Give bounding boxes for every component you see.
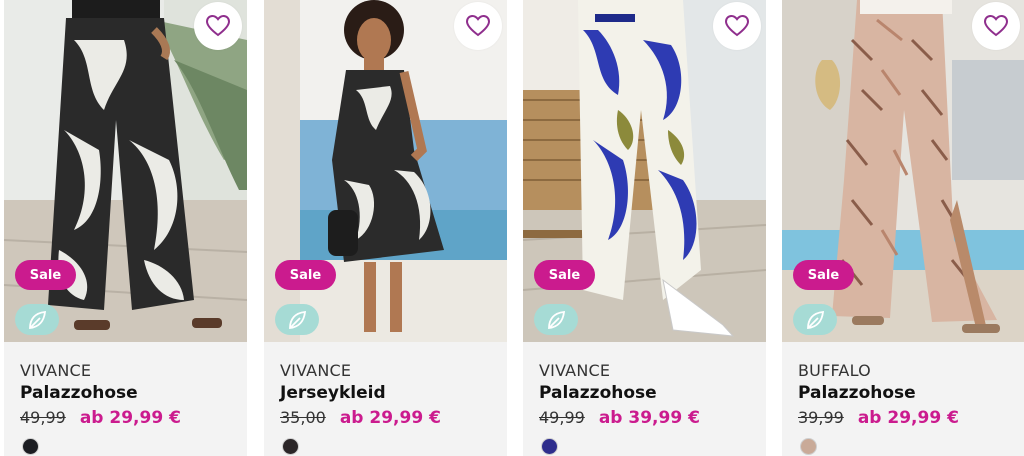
- product-brand: BUFFALO: [798, 361, 871, 380]
- sustainability-badge: [15, 304, 59, 335]
- color-swatch[interactable]: [22, 438, 39, 455]
- wishlist-button[interactable]: [713, 2, 761, 50]
- price-row: 49,99 ab 39,99 €: [539, 408, 700, 428]
- sustainability-badge: [275, 304, 319, 335]
- product-brand: VIVANCE: [280, 361, 352, 380]
- current-price: ab 39,99 €: [598, 408, 700, 428]
- color-swatch[interactable]: [800, 438, 817, 455]
- product-image[interactable]: [264, 0, 507, 342]
- sale-badge: Sale: [275, 260, 336, 290]
- wishlist-button[interactable]: [194, 2, 242, 50]
- sale-badge: Sale: [15, 260, 76, 290]
- product-image[interactable]: [523, 0, 766, 342]
- wishlist-button[interactable]: [454, 2, 502, 50]
- product-card[interactable]: Sale VIVANCE Palazzohose 49,99 ab 29,99 …: [4, 0, 247, 456]
- color-swatch[interactable]: [282, 438, 299, 455]
- leaf-icon: [807, 310, 825, 329]
- sustainability-badge: [793, 304, 837, 335]
- old-price: 49,99: [539, 408, 585, 427]
- product-brand: VIVANCE: [539, 361, 611, 380]
- leaf-icon: [548, 310, 566, 329]
- heart-icon: [206, 15, 230, 37]
- product-image[interactable]: [4, 0, 247, 342]
- current-price: ab 29,99 €: [857, 408, 959, 428]
- price-row: 35,00 ab 29,99 €: [280, 408, 441, 428]
- color-swatch[interactable]: [541, 438, 558, 455]
- heart-icon: [466, 15, 490, 37]
- leaf-icon: [29, 310, 47, 329]
- sale-badge: Sale: [534, 260, 595, 290]
- heart-icon: [725, 15, 749, 37]
- leaf-icon: [289, 310, 307, 329]
- product-name[interactable]: Palazzohose: [20, 383, 138, 403]
- sustainability-badge: [534, 304, 578, 335]
- heart-icon: [984, 15, 1008, 37]
- old-price: 39,99: [798, 408, 844, 427]
- current-price: ab 29,99 €: [339, 408, 441, 428]
- product-brand: VIVANCE: [20, 361, 92, 380]
- price-row: 39,99 ab 29,99 €: [798, 408, 959, 428]
- product-name[interactable]: Palazzohose: [798, 383, 916, 403]
- product-card[interactable]: Sale VIVANCE Palazzohose 49,99 ab 39,99 …: [523, 0, 766, 456]
- product-card[interactable]: Sale BUFFALO Palazzohose 39,99 ab 29,99 …: [782, 0, 1024, 456]
- product-name[interactable]: Palazzohose: [539, 383, 657, 403]
- old-price: 35,00: [280, 408, 326, 427]
- sale-badge: Sale: [793, 260, 854, 290]
- product-name[interactable]: Jerseykleid: [280, 383, 386, 403]
- product-card[interactable]: Sale VIVANCE Jerseykleid 35,00 ab 29,99 …: [264, 0, 507, 456]
- price-row: 49,99 ab 29,99 €: [20, 408, 181, 428]
- current-price: ab 29,99 €: [79, 408, 181, 428]
- wishlist-button[interactable]: [972, 2, 1020, 50]
- product-image[interactable]: [782, 0, 1024, 342]
- old-price: 49,99: [20, 408, 66, 427]
